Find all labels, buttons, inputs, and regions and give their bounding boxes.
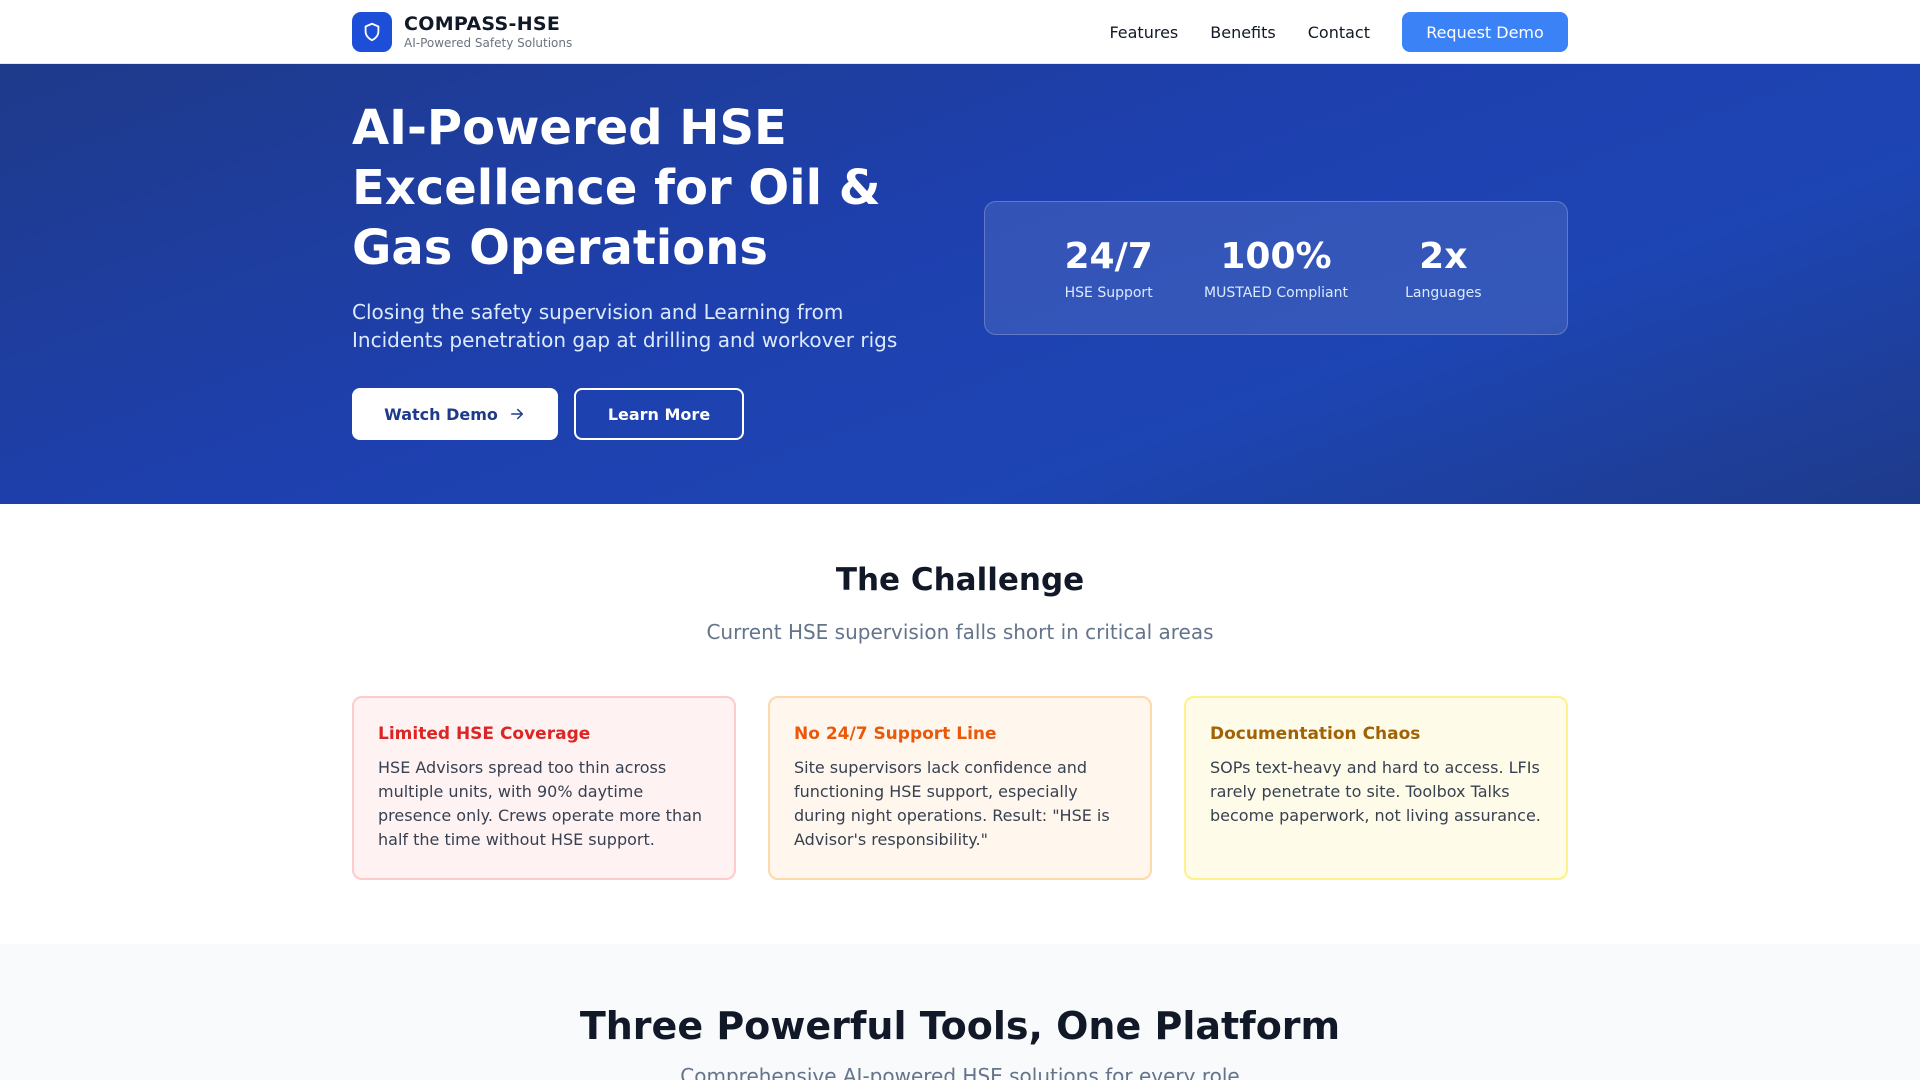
stat-value: 2x <box>1419 236 1468 277</box>
hero-section: AI-Powered HSE Excellence for Oil & Gas … <box>0 64 1920 504</box>
stat-value: 100% <box>1220 236 1332 277</box>
nav-links: Features Benefits Contact Request Demo <box>1109 12 1568 52</box>
learn-more-button[interactable]: Learn More <box>574 388 744 440</box>
stat-label: MUSTAED Compliant <box>1204 285 1348 301</box>
challenge-cards: Limited HSE Coverage HSE Advisors spread… <box>352 696 1568 880</box>
brand-name: COMPASS-HSE <box>404 13 561 35</box>
card-title: Documentation Chaos <box>1210 724 1421 744</box>
stat-label: HSE Support <box>1064 285 1153 301</box>
nav-link-contact[interactable]: Contact <box>1308 23 1370 42</box>
hero-subtitle: Closing the safety supervision and Learn… <box>352 300 898 352</box>
logo <box>352 12 392 52</box>
nav-link-features[interactable]: Features <box>1109 23 1178 42</box>
brand-text: COMPASS-HSE AI-Powered Safety Solutions <box>404 13 572 51</box>
nav-inner: COMPASS-HSE AI-Powered Safety Solutions … <box>352 0 1568 64</box>
hero-actions: Watch Demo Learn More <box>352 388 744 440</box>
tools-subtitle: Comprehensive AI-powered HSE solutions f… <box>680 1064 1240 1080</box>
top-nav: COMPASS-HSE AI-Powered Safety Solutions … <box>0 0 1920 64</box>
stat-value: 24/7 <box>1064 236 1153 277</box>
challenge-card-documentation: Documentation Chaos SOPs text-heavy and … <box>1184 696 1568 880</box>
brand[interactable]: COMPASS-HSE AI-Powered Safety Solutions <box>352 12 572 52</box>
watch-demo-label: Watch Demo <box>384 404 498 424</box>
nav-link-benefits[interactable]: Benefits <box>1210 23 1276 42</box>
stat-item: 100% MUSTAED Compliant <box>1196 235 1356 301</box>
card-title: Limited HSE Coverage <box>378 724 591 744</box>
tools-title: Three Powerful Tools, One Platform <box>579 1004 1341 1048</box>
card-title: No 24/7 Support Line <box>794 724 997 744</box>
challenge-title: The Challenge <box>835 562 1085 598</box>
card-body: SOPs text-heavy and hard to access. LFIs… <box>1210 758 1541 825</box>
arrow-right-icon <box>510 408 523 420</box>
stat-item: 24/7 HSE Support <box>1029 235 1189 301</box>
stats-panel: 24/7 HSE Support 100% MUSTAED Compliant … <box>984 201 1568 335</box>
card-body: Site supervisors lack confidence and fun… <box>794 758 1110 849</box>
challenge-subtitle: Current HSE supervision falls short in c… <box>706 620 1214 644</box>
card-body: HSE Advisors spread too thin across mult… <box>378 758 703 849</box>
shield-icon <box>364 22 380 42</box>
watch-demo-button[interactable]: Watch Demo <box>352 388 558 440</box>
challenge-card-coverage: Limited HSE Coverage HSE Advisors spread… <box>352 696 736 880</box>
challenge-card-support: No 24/7 Support Line Site supervisors la… <box>768 696 1152 880</box>
request-demo-button[interactable]: Request Demo <box>1402 12 1568 52</box>
hero-title: AI-Powered HSE Excellence for Oil & Gas … <box>352 100 881 276</box>
tools-section: Three Powerful Tools, One Platform Compr… <box>0 944 1920 1080</box>
stat-label: Languages <box>1405 285 1482 301</box>
brand-tagline: AI-Powered Safety Solutions <box>404 36 573 50</box>
stat-item: 2x Languages <box>1363 235 1523 301</box>
